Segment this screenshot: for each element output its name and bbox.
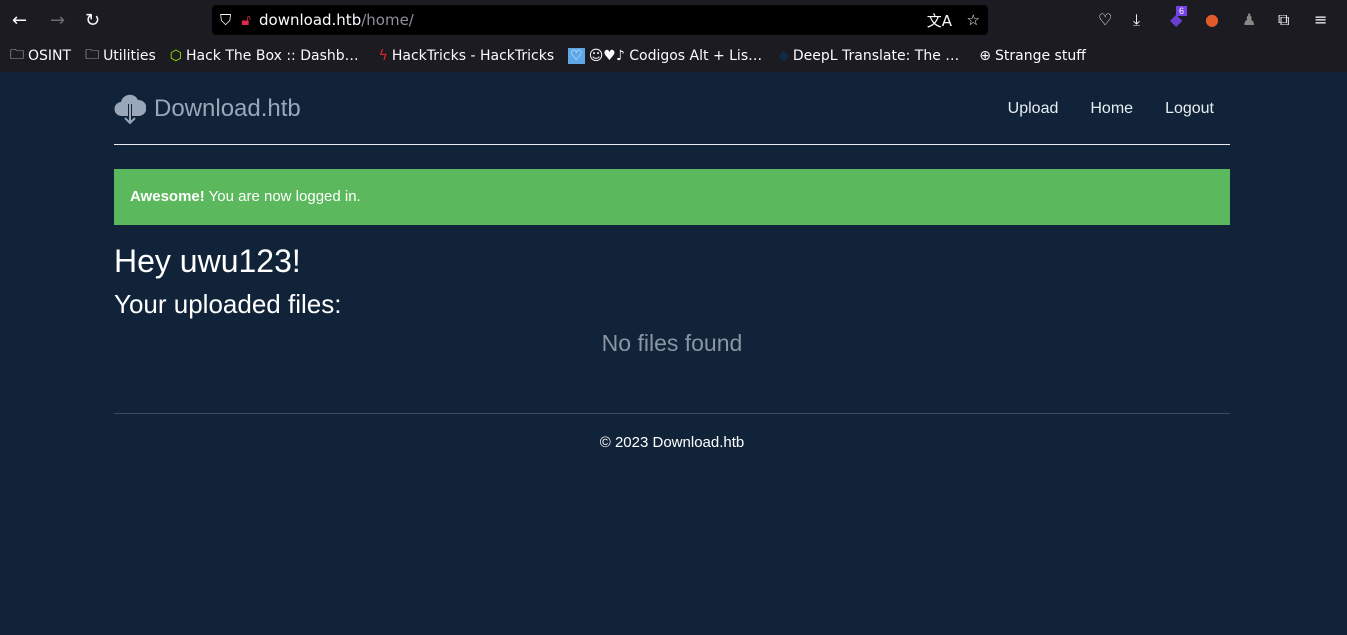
- cloud-download-icon: [114, 94, 146, 126]
- bookmark-osint[interactable]: 🗀 OSINT: [10, 44, 71, 68]
- translate-icon[interactable]: 文A: [927, 10, 952, 31]
- nav-home[interactable]: Home: [1090, 100, 1133, 118]
- bookmark-hacktricks[interactable]: ϟ HackTricks - HackTricks: [379, 48, 555, 64]
- blocker-extension-icon[interactable]: ●: [1205, 10, 1219, 29]
- globe-icon: ⊕: [979, 48, 992, 64]
- nav-logout[interactable]: Logout: [1165, 100, 1214, 118]
- browser-toolbar: ← → ↻ ⛉ 🔓︎ download.htb/home/ 文A ☆ ♡ ⤓ ◆…: [0, 0, 1347, 40]
- forward-button[interactable]: →: [50, 10, 65, 31]
- spy-extension-icon[interactable]: ♟: [1242, 10, 1256, 29]
- header-divider: [114, 144, 1230, 145]
- url-path: /home/: [361, 11, 414, 29]
- bookmark-deepl[interactable]: ◆ DeepL Translate: The …: [778, 48, 959, 64]
- footer-text: © 2023 Download.htb: [599, 434, 745, 451]
- success-alert: Awesome! You are now logged in.: [114, 169, 1230, 225]
- insecure-lock-icon: 🔓︎: [241, 11, 251, 29]
- brand-link[interactable]: Download.htb: [114, 92, 301, 126]
- menu-icon[interactable]: ≡: [1314, 10, 1327, 29]
- url-host: download.htb: [259, 11, 362, 29]
- bookmark-strange-stuff[interactable]: ⊕ Strange stuff: [979, 48, 1086, 64]
- deepl-icon: ◆: [778, 48, 789, 64]
- folder-icon: 🗀: [10, 47, 24, 63]
- back-button[interactable]: ←: [12, 10, 27, 31]
- downloads-icon[interactable]: ⤓: [1133, 10, 1140, 30]
- extensions-icon[interactable]: ⧉: [1278, 10, 1289, 30]
- shield-icon: ⛉: [220, 11, 232, 29]
- alert-strong: Awesome!: [130, 188, 205, 205]
- bookmark-htb[interactable]: ⬡ Hack The Box :: Dashb…: [170, 48, 359, 64]
- pocket-icon[interactable]: ♡: [1098, 10, 1112, 29]
- main-nav: Upload Home Logout: [1008, 100, 1214, 118]
- brand-name: Download.htb: [154, 95, 301, 122]
- greeting: Hey uwu123!: [114, 243, 301, 279]
- bookmark-codigos[interactable]: ♡ ☺♥♪ Codigos Alt + Lis…: [568, 48, 762, 64]
- alert-text: You are now logged in.: [204, 188, 361, 205]
- files-heading: Your uploaded files:: [114, 289, 342, 319]
- heart-icon: ♡: [568, 48, 585, 64]
- footer-divider: [114, 413, 1230, 414]
- bookmarks-bar: 🗀 OSINT 🗀 Utilities ⬡ Hack The Box :: Dashb…: [0, 40, 1347, 72]
- url-bar[interactable]: ⛉ 🔓︎ download.htb/home/ 文A ☆: [212, 5, 988, 35]
- htb-icon: ⬡: [169, 48, 182, 64]
- reload-button[interactable]: ↻: [85, 10, 100, 31]
- bookmark-utilities[interactable]: 🗀 Utilities: [85, 44, 156, 68]
- empty-state: No files found: [601, 330, 743, 356]
- extension-badge: 6: [1176, 6, 1188, 16]
- nav-upload[interactable]: Upload: [1008, 100, 1059, 118]
- folder-icon: 🗀: [85, 47, 100, 63]
- hacktricks-icon: ϟ: [378, 48, 388, 64]
- bookmark-star-icon[interactable]: ☆: [967, 11, 980, 29]
